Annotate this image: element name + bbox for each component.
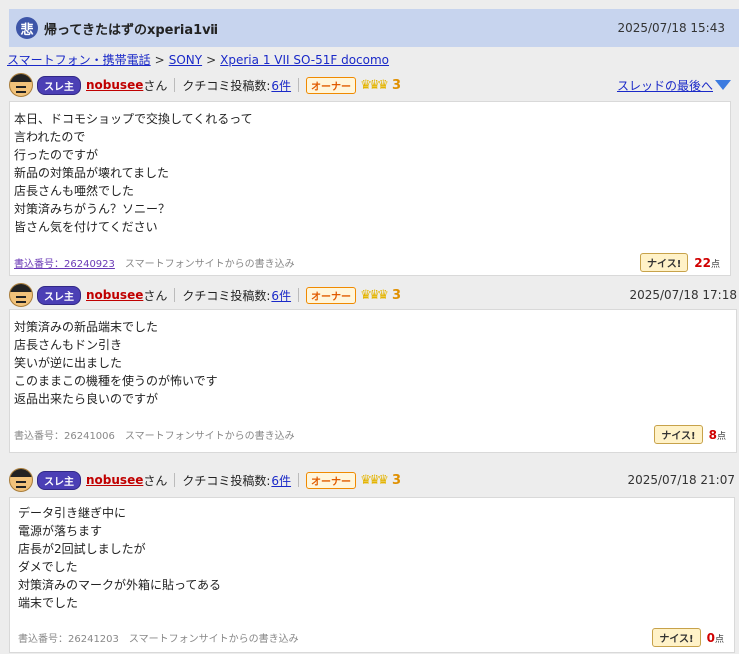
nice-count: 0点 <box>706 630 724 645</box>
divider <box>298 78 300 92</box>
avatar-icon <box>9 283 33 307</box>
post-source: スマートフォンサイトからの書き込み <box>128 634 299 645</box>
nice-count: 22点 <box>694 255 720 270</box>
post-text: 対策済みの新品端末でした 店長さんもドン引き 笑いが逆に出ました このままこの機… <box>14 320 218 406</box>
breadcrumb-model[interactable]: Xperia 1 VII SO-51F docomo <box>220 53 389 67</box>
breadcrumb: スマートフォン・携帯電話 > SONY > Xperia 1 VII SO-51F do… <box>7 53 390 67</box>
post-footer: 書込番号：26240923 スマートフォンサイトからの書き込み <box>14 255 295 270</box>
thread-date: 2025/07/18 15:43 <box>617 21 725 35</box>
rank-number: 3 <box>392 77 402 93</box>
rank-number: 3 <box>392 287 402 303</box>
post-footer: 書込番号：26241203 スマートフォンサイトからの書き込み <box>18 630 299 645</box>
owner-badge: オーナー <box>306 76 357 94</box>
sad-category-icon: 悲 <box>16 17 38 39</box>
crown-icon: ♛♛♛ <box>360 472 389 488</box>
divider <box>174 288 176 302</box>
thread-owner-badge: スレ主 <box>37 75 81 95</box>
post-number-link[interactable]: 書込番号：26240923 <box>14 255 115 270</box>
post-source: スマートフォンサイトからの書き込み <box>124 431 295 442</box>
post-count-link[interactable]: 6件 <box>271 287 291 304</box>
divider <box>298 288 300 302</box>
divider <box>174 78 176 92</box>
thread-title: 帰ってきたはずのxperia1ⅶ <box>44 22 219 38</box>
post-date: 2025/07/18 17:18 <box>629 288 737 302</box>
post-body: 本日、ドコモショップで交換してくれるって 言われたので 行ったのですが 新品の対… <box>9 101 731 276</box>
divider <box>174 473 176 487</box>
down-arrow-icon <box>715 80 731 90</box>
thread-last-link[interactable]: スレッドの最後へ <box>617 77 731 94</box>
nice-button[interactable]: ナイス! <box>640 253 689 272</box>
breadcrumb-sony[interactable]: SONY <box>169 53 202 67</box>
nice-button[interactable]: ナイス! <box>654 425 703 444</box>
post-body: 対策済みの新品端末でした 店長さんもドン引き 笑いが逆に出ました このままこの機… <box>9 309 737 453</box>
post-header: スレ主 nobusee さん クチコミ投稿数: 6件 オーナー ♛♛♛ 3 2025… <box>9 468 735 492</box>
nice-area: ナイス! 22点 <box>640 253 720 272</box>
post-count-link[interactable]: 6件 <box>271 472 291 489</box>
nice-count: 8点 <box>708 427 726 442</box>
post-text: データ引き継ぎ中に 電源が落ちます 店長が2回試しましたが ダメでした 対策済み… <box>18 506 222 610</box>
avatar-icon <box>9 468 33 492</box>
rank-number: 3 <box>392 472 402 488</box>
post-text: 本日、ドコモショップで交換してくれるって 言われたので 行ったのですが 新品の対… <box>14 112 253 234</box>
crown-icon: ♛♛♛ <box>360 287 389 303</box>
post-count-label: クチコミ投稿数: <box>182 78 271 93</box>
post-footer: 書込番号：26241006 スマートフォンサイトからの書き込み <box>14 427 295 442</box>
nice-button[interactable]: ナイス! <box>652 628 701 647</box>
post-source: スマートフォンサイトからの書き込み <box>124 259 295 270</box>
post-body: データ引き継ぎ中に 電源が落ちます 店長が2回試しましたが ダメでした 対策済み… <box>9 497 735 653</box>
crown-icon: ♛♛♛ <box>360 77 389 93</box>
divider <box>298 473 300 487</box>
nice-area: ナイス! 0点 <box>652 628 724 647</box>
post-count-label: クチコミ投稿数: <box>182 473 271 488</box>
user-name-link[interactable]: nobusee <box>86 473 143 487</box>
owner-badge: オーナー <box>306 286 357 304</box>
post-count-label: クチコミ投稿数: <box>182 288 271 303</box>
user-name-link[interactable]: nobusee <box>86 78 143 92</box>
post-number: 書込番号：26241006 <box>14 431 115 442</box>
post-date: 2025/07/18 21:07 <box>627 473 735 487</box>
breadcrumb-smartphone[interactable]: スマートフォン・携帯電話 <box>7 53 151 67</box>
thread-owner-badge: スレ主 <box>37 470 81 490</box>
thread-title-bar: 悲 帰ってきたはずのxperia1ⅶ 2025/07/18 15:43 <box>9 9 739 47</box>
post-header: スレ主 nobusee さん クチコミ投稿数: 6件 オーナー ♛♛♛ 3 2025… <box>9 283 737 307</box>
post-count-link[interactable]: 6件 <box>271 77 291 94</box>
avatar-icon <box>9 73 33 97</box>
post-header: スレ主 nobusee さん クチコミ投稿数: 6件 オーナー ♛♛♛ 3 スレッド… <box>9 73 731 97</box>
owner-badge: オーナー <box>306 471 357 489</box>
thread-owner-badge: スレ主 <box>37 285 81 305</box>
post-number: 書込番号：26241203 <box>18 634 119 645</box>
nice-area: ナイス! 8点 <box>654 425 726 444</box>
user-name-link[interactable]: nobusee <box>86 288 143 302</box>
